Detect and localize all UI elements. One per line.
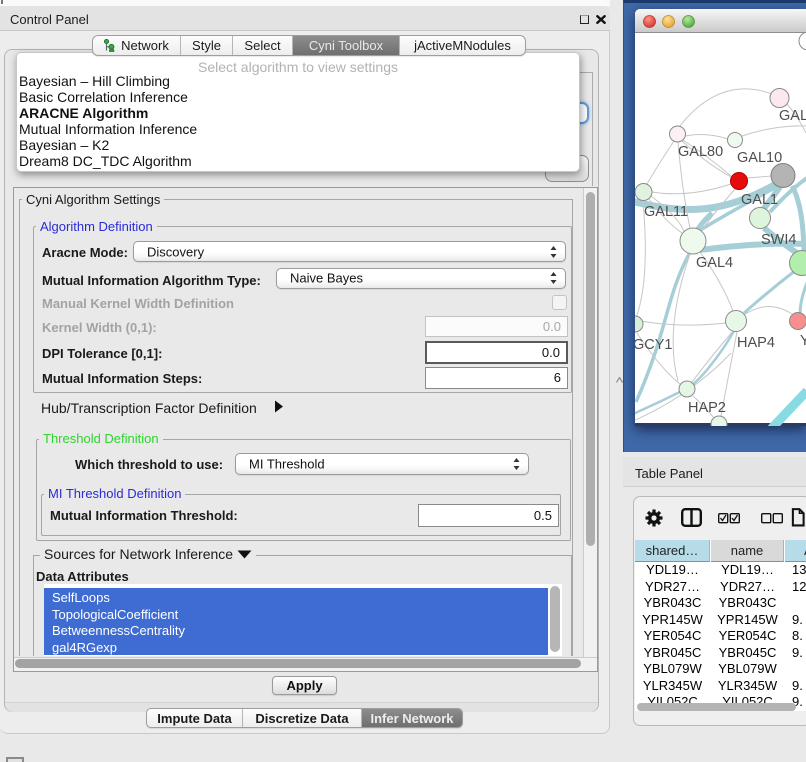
svg-text:SWI4: SWI4 [761,232,796,248]
svg-text:GAL80: GAL80 [678,144,723,160]
svg-text:GAL4: GAL4 [696,255,733,271]
svg-text:GAL11: GAL11 [644,204,688,220]
svg-text:Y: Y [800,333,806,349]
svg-text:GAL1: GAL1 [741,192,778,208]
svg-text:GAL10: GAL10 [737,150,782,166]
svg-text:HAP2: HAP2 [688,400,726,416]
svg-text:HAP4: HAP4 [737,335,775,351]
svg-text:GAL: GAL [779,108,806,124]
svg-text:GCY1: GCY1 [635,337,673,353]
